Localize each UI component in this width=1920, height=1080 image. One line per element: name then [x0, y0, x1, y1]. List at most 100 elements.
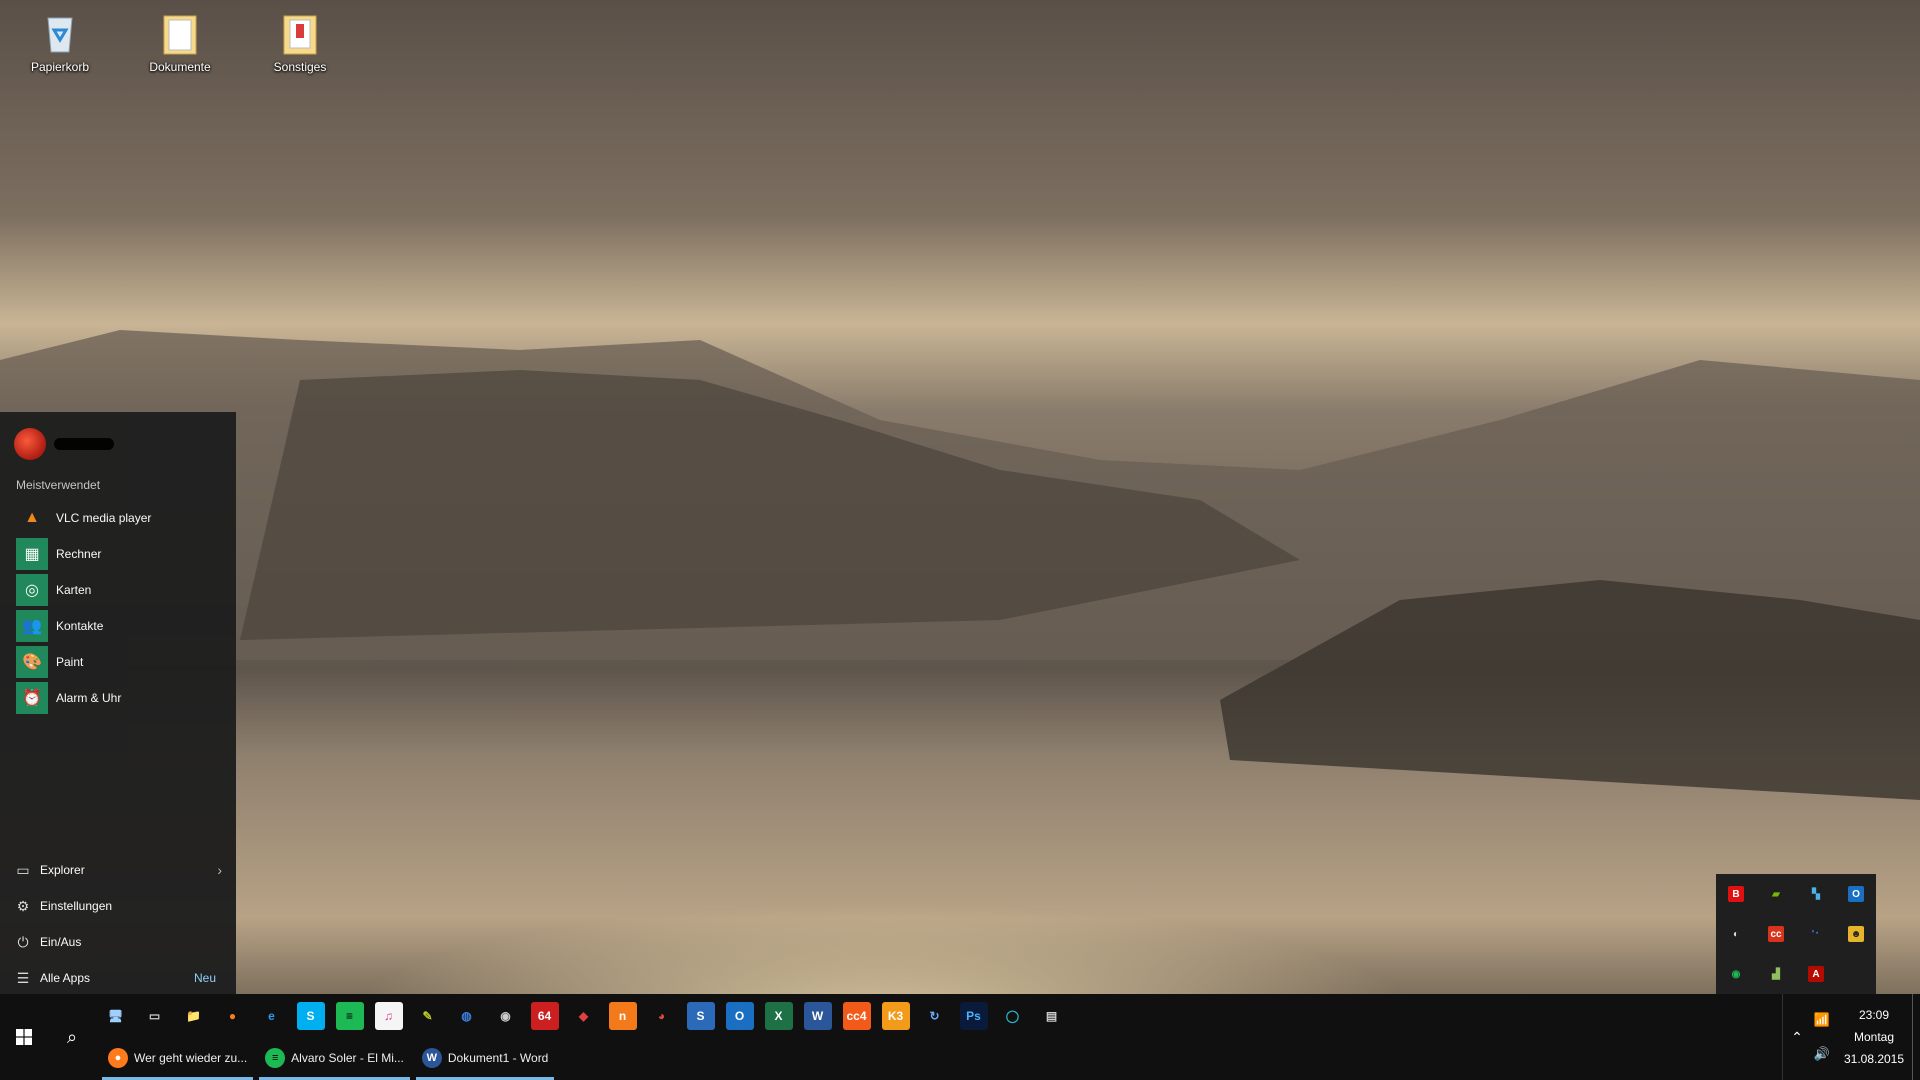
clock-date: 31.08.2015	[1843, 1052, 1905, 1066]
explorer-label: Explorer	[40, 863, 85, 877]
google-earth-icon: ◍	[461, 1009, 472, 1023]
pinned-app[interactable]: ◍	[447, 996, 486, 1036]
tray-item[interactable]: ◐	[1716, 914, 1756, 954]
pinned-app[interactable]: 📁	[174, 996, 213, 1036]
search-icon: ⌕	[66, 1026, 78, 1047]
desktop-icon-label: Sonstiges	[273, 60, 327, 74]
clock[interactable]: 23:09 Montag 31.08.2015	[1836, 994, 1912, 1080]
word-s-icon: S	[686, 1002, 715, 1030]
app-item-rechner[interactable]: ▦ Rechner	[16, 536, 226, 572]
desktop-wallpaper	[0, 0, 1920, 1080]
window-word[interactable]: W Dokument1 - Word	[415, 1038, 555, 1080]
network-icon[interactable]: 📶	[1808, 1012, 1836, 1028]
tray-item[interactable]: ʹ᛫	[1796, 914, 1836, 954]
pinned-app[interactable]: X	[759, 996, 798, 1036]
chevron-up-icon: ⌃	[1791, 1028, 1803, 1045]
tray-item[interactable]: ▰	[1756, 874, 1796, 914]
volume-icon[interactable]: 🔊	[1808, 1046, 1836, 1062]
pinned-app[interactable]: ▭	[135, 996, 174, 1036]
window-title: Wer geht wieder zu...	[134, 1050, 248, 1065]
folder-icon	[163, 15, 197, 55]
pinned-app[interactable]: S	[291, 996, 330, 1036]
user-name-redacted	[54, 438, 114, 450]
pinned-app[interactable]: ✎	[408, 996, 447, 1036]
start-button[interactable]	[0, 994, 48, 1080]
word-icon: W	[421, 1047, 442, 1068]
pinned-app[interactable]: ●	[213, 996, 252, 1036]
tray-item[interactable]: A	[1796, 954, 1836, 994]
desktop-icon-sonstiges[interactable]: Sonstiges	[250, 8, 350, 74]
pinned-app[interactable]: e	[252, 996, 291, 1036]
show-desktop-button[interactable]	[1912, 994, 1920, 1080]
power-item[interactable]: ⏻ Ein/Aus	[14, 924, 226, 960]
app-item-label: VLC media player	[56, 511, 152, 525]
pinned-app[interactable]: O	[720, 996, 759, 1036]
calculator-icon: ▦	[16, 538, 48, 570]
adobe-reader-tray-icon: A	[1808, 966, 1824, 982]
device-manager-icon: ▟	[1768, 966, 1784, 982]
c64-emulator-icon: 64	[530, 1002, 559, 1030]
maps-icon: ◎	[16, 574, 48, 606]
window-title: Dokument1 - Word	[447, 1050, 549, 1065]
app-item-vlc[interactable]: ▲ VLC media player	[16, 500, 226, 536]
outlook-tray-icon: O	[1848, 886, 1864, 902]
pinned-app[interactable]: 🖥	[96, 996, 135, 1036]
search-button[interactable]: ⌕	[48, 994, 96, 1080]
tray-item	[1836, 954, 1876, 994]
pinned-app[interactable]: ▤	[1032, 996, 1071, 1036]
most-used-list: ▲ VLC media player ▦ Rechner ◎ Karten 👥 …	[16, 500, 226, 716]
app-item-label: Alarm & Uhr	[56, 691, 122, 705]
tray-item[interactable]: ▚	[1796, 874, 1836, 914]
folder-icon	[283, 15, 317, 55]
adobe-cc-tray-icon: cc	[1768, 926, 1784, 942]
tray-item[interactable]: O	[1836, 874, 1876, 914]
window-firefox[interactable]: ● Wer geht wieder zu...	[102, 1038, 254, 1080]
show-hidden-icons-button[interactable]: ⌃	[1782, 994, 1811, 1080]
tray-item[interactable]: ▟	[1756, 954, 1796, 994]
tray-item[interactable]: cc	[1756, 914, 1796, 954]
app-item-alarm[interactable]: ⏰ Alarm & Uhr	[16, 680, 226, 716]
pinned-app[interactable]: cc4	[837, 996, 876, 1036]
word-icon: W	[803, 1002, 832, 1030]
bluetooth-audio-icon: ʹ᛫	[1808, 926, 1824, 942]
pinned-app[interactable]: Ps	[954, 996, 993, 1036]
all-apps-item[interactable]: ☰ Alle Apps Neu	[14, 960, 226, 996]
start-menu: Meistverwendet ▲ VLC media player ▦ Rech…	[0, 412, 236, 994]
pinned-app[interactable]: ◕	[642, 996, 681, 1036]
pinned-app[interactable]: ◯	[993, 996, 1032, 1036]
pinned-app[interactable]: S	[681, 996, 720, 1036]
explorer-item[interactable]: ▭ Explorer ›	[14, 852, 226, 888]
desktop-icon-label: Dokumente	[149, 60, 211, 74]
all-apps-label: Alle Apps	[40, 971, 91, 985]
pinned-app[interactable]: ↻	[915, 996, 954, 1036]
tray-item[interactable]: B	[1716, 874, 1756, 914]
tray-item[interactable]: ☻	[1836, 914, 1876, 954]
power-label: Ein/Aus	[40, 935, 82, 949]
system-icons: 📶 🔊	[1808, 994, 1836, 1080]
app-item-karten[interactable]: ◎ Karten	[16, 572, 226, 608]
sync-icon: ◐	[1728, 926, 1744, 942]
chevron-right-icon[interactable]: ›	[217, 862, 222, 878]
outlook-icon: O	[725, 1002, 754, 1030]
window-spotify[interactable]: ≡ Alvaro Soler - El Mi...	[259, 1038, 410, 1080]
folder-outline-icon: ▭	[16, 861, 30, 878]
pinned-app[interactable]: W	[798, 996, 837, 1036]
pinned-app[interactable]: K3	[876, 996, 915, 1036]
paint-net-icon: ✎	[422, 1009, 433, 1023]
desktop-icon-dokumente[interactable]: Dokumente	[130, 8, 230, 74]
chrome-icon: ◕	[657, 1009, 666, 1023]
orange-app-icon: n	[608, 1002, 637, 1030]
pinned-app[interactable]: n	[603, 996, 642, 1036]
pinned-app[interactable]: ≡	[330, 996, 369, 1036]
user-account[interactable]	[14, 428, 114, 460]
burning-app-icon: ◆	[578, 1009, 589, 1023]
app-item-kontakte[interactable]: 👥 Kontakte	[16, 608, 226, 644]
tray-item[interactable]: ◉	[1716, 954, 1756, 994]
settings-item[interactable]: ⚙ Einstellungen	[14, 888, 226, 924]
pinned-app[interactable]: ◉	[486, 996, 525, 1036]
pinned-app[interactable]: ♫	[369, 996, 408, 1036]
pinned-app[interactable]: ◆	[564, 996, 603, 1036]
app-item-paint[interactable]: 🎨 Paint	[16, 644, 226, 680]
desktop-icon-recycle-bin[interactable]: Papierkorb	[10, 8, 110, 74]
pinned-app[interactable]: 64	[525, 996, 564, 1036]
